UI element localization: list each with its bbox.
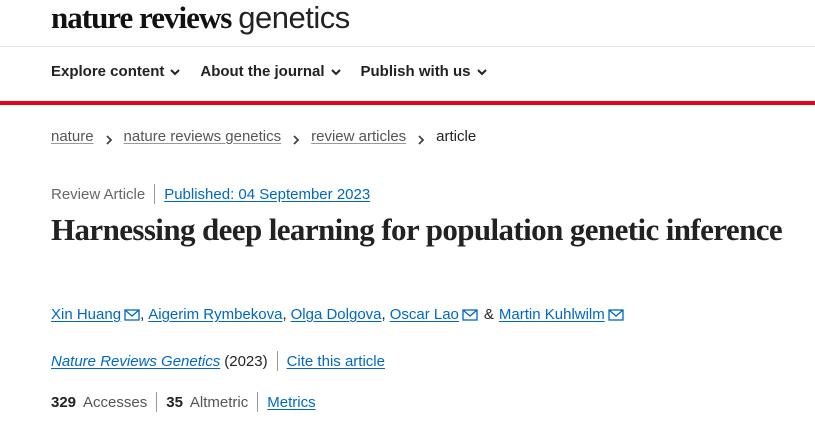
divider	[154, 184, 156, 204]
cite-this-article-link[interactable]: Cite this article	[287, 353, 385, 370]
breadcrumb-review-articles[interactable]: review articles	[311, 128, 406, 145]
article-page: nature reviews genetics Explore content A…	[0, 0, 815, 445]
metrics-link[interactable]: Metrics	[267, 394, 315, 411]
nav-about-the-journal-label: About the journal	[200, 63, 325, 80]
mail-icon[interactable]	[462, 308, 478, 321]
altmetric-label: Altmetric	[189, 393, 249, 411]
main-nav: Explore content About the journal Publis…	[51, 63, 507, 80]
nav-publish-with-us-label: Publish with us	[360, 63, 471, 80]
chevron-right-icon	[416, 132, 426, 145]
chevron-right-icon	[104, 132, 114, 145]
nav-about-the-journal[interactable]: About the journal	[200, 63, 341, 80]
logo-strong-text: nature reviews	[51, 0, 232, 35]
breadcrumb-current: article	[436, 128, 477, 145]
chevron-right-icon	[291, 132, 301, 145]
breadcrumb-nature-reviews-genetics[interactable]: nature reviews genetics	[124, 128, 282, 145]
breadcrumb-nature[interactable]: nature	[51, 128, 94, 145]
article-title: Harnessing deep learning for population …	[51, 212, 783, 247]
accesses-label: Accesses	[83, 393, 148, 411]
article-meta: Review Article Published: 04 September 2…	[51, 184, 370, 204]
nav-publish-with-us[interactable]: Publish with us	[361, 63, 488, 80]
accesses-count: 329	[51, 393, 77, 411]
publication-year: (2023)	[224, 352, 268, 370]
nav-explore-content[interactable]: Explore content	[51, 63, 181, 80]
altmetric-count: 35	[166, 393, 183, 411]
published-date-link[interactable]: Published: 04 September 2023	[164, 186, 370, 203]
author-separator: ,	[140, 306, 145, 323]
author-link[interactable]: Olga Dolgova	[291, 306, 382, 323]
logo-light-text: genetics	[238, 0, 350, 35]
mail-icon[interactable]	[124, 308, 140, 321]
author-link[interactable]: Oscar Lao	[390, 306, 459, 323]
journal-logo[interactable]: nature reviews genetics	[51, 0, 350, 38]
author-link[interactable]: Martin Kuhlwilm	[499, 306, 605, 323]
chevron-down-icon	[169, 66, 181, 78]
author-link[interactable]: Aigerim Rymbekova	[148, 306, 282, 323]
article-metrics: 329 Accesses 35 Altmetric Metrics	[51, 392, 316, 412]
author-ampersand: &	[483, 306, 494, 323]
author-list: Xin Huang , Aigerim Rymbekova, Olga Dolg…	[51, 306, 624, 323]
journal-citation: Nature Reviews Genetics (2023) Cite this…	[51, 351, 385, 371]
article-type: Review Article	[51, 185, 146, 203]
author-separator: ,	[282, 306, 287, 323]
header-divider	[0, 46, 815, 47]
chevron-down-icon	[476, 66, 488, 78]
divider	[276, 351, 278, 371]
divider	[257, 392, 259, 412]
nav-explore-content-label: Explore content	[51, 63, 165, 80]
accent-bar	[0, 101, 815, 105]
breadcrumb: nature nature reviews genetics review ar…	[51, 128, 476, 145]
author-link[interactable]: Xin Huang	[51, 306, 121, 323]
mail-icon[interactable]	[608, 308, 624, 321]
divider	[156, 392, 158, 412]
journal-link[interactable]: Nature Reviews Genetics	[51, 353, 220, 370]
author-separator: ,	[381, 306, 386, 323]
chevron-down-icon	[330, 66, 342, 78]
